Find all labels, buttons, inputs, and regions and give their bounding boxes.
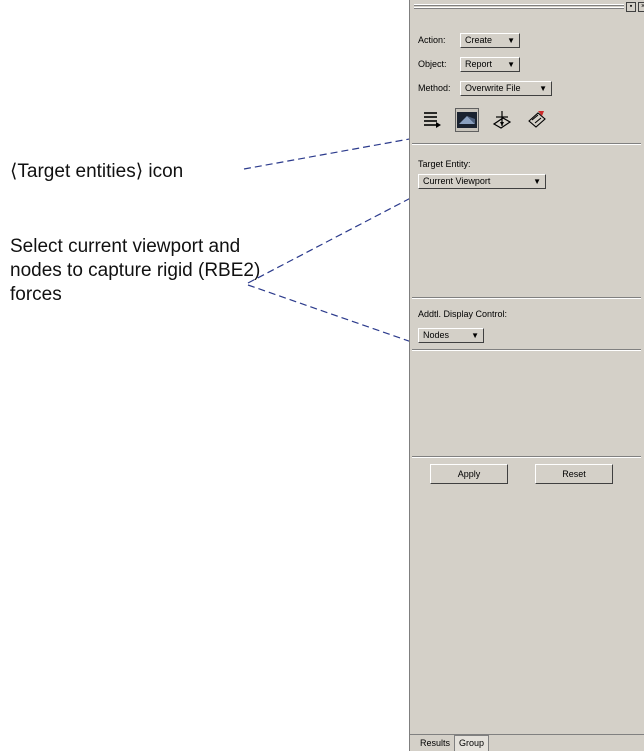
object-value: Report (465, 59, 493, 69)
tab-group[interactable]: Group (454, 735, 490, 751)
display-control-value: Nodes (423, 330, 450, 340)
application-panel: ▪ × Action: Create ▼ Object: Report ▼ Me… (409, 0, 644, 751)
display-control-heading: Addtl. Display Control: (418, 305, 507, 323)
display-control-row: Nodes ▼ (418, 326, 484, 344)
close-icon[interactable]: × (638, 2, 644, 12)
divider (412, 297, 641, 299)
method-value: Overwrite File (465, 83, 521, 93)
action-value: Create (465, 35, 493, 45)
report-list-icon[interactable] (420, 108, 444, 132)
object-select[interactable]: Report ▼ (460, 56, 520, 72)
action-select[interactable]: Create ▼ (460, 32, 520, 48)
target-entity-select[interactable]: Current Viewport ▼ (418, 173, 546, 189)
action-row: Action: Create ▼ (418, 31, 520, 49)
apply-button[interactable]: Apply (430, 464, 508, 484)
divider (412, 456, 641, 458)
chevron-down-icon: ▼ (507, 35, 515, 45)
target-entity-value: Current Viewport (423, 176, 491, 186)
object-label: Object: (418, 59, 447, 69)
divider (412, 349, 641, 351)
target-entities-icon[interactable] (455, 108, 479, 132)
target-entity-label: Target Entity: (418, 159, 471, 169)
annotation-select-viewport: Select current viewport and nodes to cap… (10, 236, 261, 305)
panel-toolbar (420, 108, 549, 132)
leader-to-nodes (247, 284, 427, 348)
display-control-select[interactable]: Nodes ▼ (418, 327, 484, 343)
tab-results[interactable]: Results (416, 736, 454, 751)
titlebar-grip[interactable] (414, 4, 624, 9)
panel-titlebar: ▪ × (410, 0, 644, 14)
display-options-icon[interactable] (490, 108, 514, 132)
panel-tabs: Results Group (410, 734, 644, 751)
method-row: Method: Overwrite File ▼ (418, 79, 552, 97)
target-entity-row: Current Viewport ▼ (418, 172, 546, 190)
method-select[interactable]: Overwrite File ▼ (460, 80, 552, 96)
method-label: Method: (418, 83, 451, 93)
output-file-icon[interactable] (525, 108, 549, 132)
chevron-down-icon: ▼ (539, 83, 547, 93)
chevron-down-icon: ▼ (533, 176, 541, 186)
display-control-label: Addtl. Display Control: (418, 309, 508, 319)
action-label: Action: (418, 35, 446, 45)
leader-to-viewport (247, 189, 427, 284)
chevron-down-icon: ▼ (471, 330, 479, 340)
object-row: Object: Report ▼ (418, 55, 520, 73)
chevron-down-icon: ▼ (507, 59, 515, 69)
target-entity-heading: Target Entity: (418, 155, 471, 173)
divider (412, 143, 641, 145)
annotation-target-entities: ⟨Target entities⟩ icon (10, 161, 184, 182)
minimize-icon[interactable]: ▪ (626, 2, 636, 12)
reset-button[interactable]: Reset (535, 464, 613, 484)
